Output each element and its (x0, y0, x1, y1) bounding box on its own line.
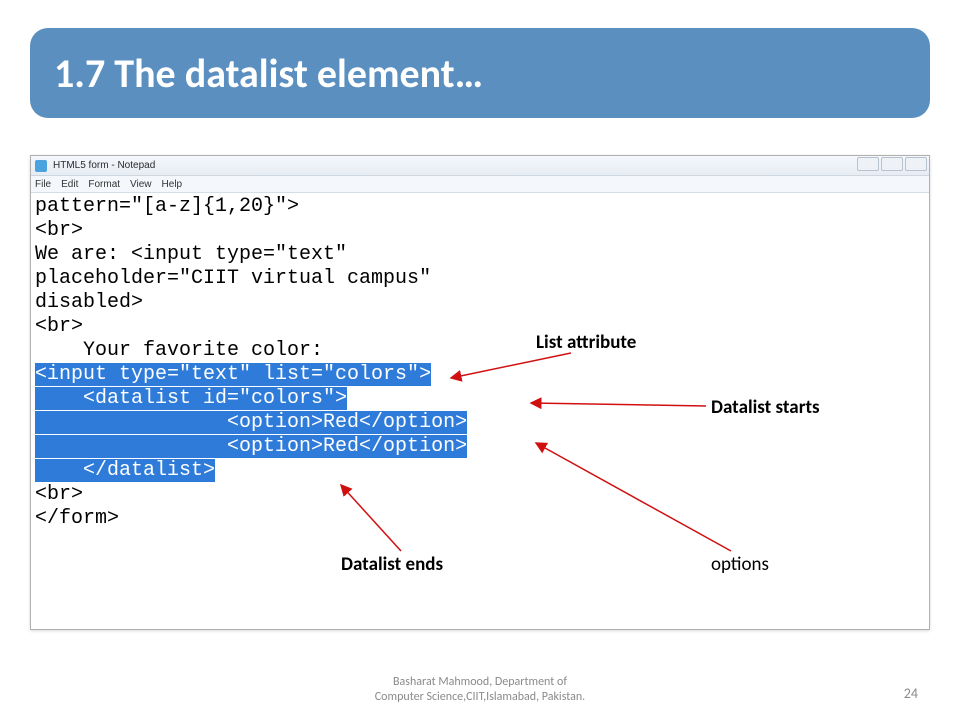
annotation-datalist-ends: Datalist ends (341, 553, 443, 577)
notepad-icon (35, 160, 47, 172)
highlighted-code: <option>Red</option> (35, 411, 467, 434)
close-button[interactable] (905, 157, 927, 171)
menu-edit[interactable]: Edit (61, 179, 78, 190)
code-line: <br> (31, 483, 929, 507)
code-area[interactable]: pattern="[a-z]{1,20}"> <br> We are: <inp… (31, 193, 929, 629)
window-titlebar: HTML5 form - Notepad (31, 156, 929, 176)
code-line: </form> (31, 507, 929, 531)
page-number: 24 (904, 685, 918, 702)
code-line: <br> (31, 219, 929, 243)
highlighted-code: <datalist id="colors"> (35, 387, 347, 410)
slide-title-banner: 1.7 The datalist element… (30, 28, 930, 118)
menu-help[interactable]: Help (162, 179, 183, 190)
annotation-list-attribute: List attribute (536, 331, 636, 355)
menubar: File Edit Format View Help (31, 176, 929, 193)
code-line: disabled> (31, 291, 929, 315)
window-controls (857, 157, 927, 171)
code-line: We are: <input type="text" (31, 243, 929, 267)
footer-line2: Computer Science,CIIT,Islamabad, Pakista… (0, 690, 960, 706)
slide-title-text: 1.7 The datalist element… (54, 49, 483, 98)
menu-file[interactable]: File (35, 179, 51, 190)
menu-view[interactable]: View (130, 179, 152, 190)
code-line: <br> (31, 315, 929, 339)
code-line: pattern="[a-z]{1,20}"> (31, 195, 929, 219)
code-line: </datalist> (31, 459, 929, 483)
code-line: <option>Red</option> (31, 435, 929, 459)
highlighted-code: </datalist> (35, 459, 215, 482)
menu-format[interactable]: Format (88, 179, 120, 190)
code-line: Your favorite color: (31, 339, 929, 363)
annotation-datalist-starts: Datalist starts (711, 396, 820, 420)
code-line: <input type="text" list="colors"> (31, 363, 929, 387)
window-title: HTML5 form - Notepad (53, 160, 155, 171)
maximize-button[interactable] (881, 157, 903, 171)
footer-line1: Basharat Mahmood, Department of (0, 675, 960, 691)
minimize-button[interactable] (857, 157, 879, 171)
annotation-options: options (711, 553, 769, 577)
highlighted-code: <option>Red</option> (35, 435, 467, 458)
code-line: placeholder="CIIT virtual campus" (31, 267, 929, 291)
highlighted-code: <input type="text" list="colors"> (35, 363, 431, 386)
footer: Basharat Mahmood, Department of Computer… (0, 675, 960, 706)
notepad-window: HTML5 form - Notepad File Edit Format Vi… (30, 155, 930, 630)
